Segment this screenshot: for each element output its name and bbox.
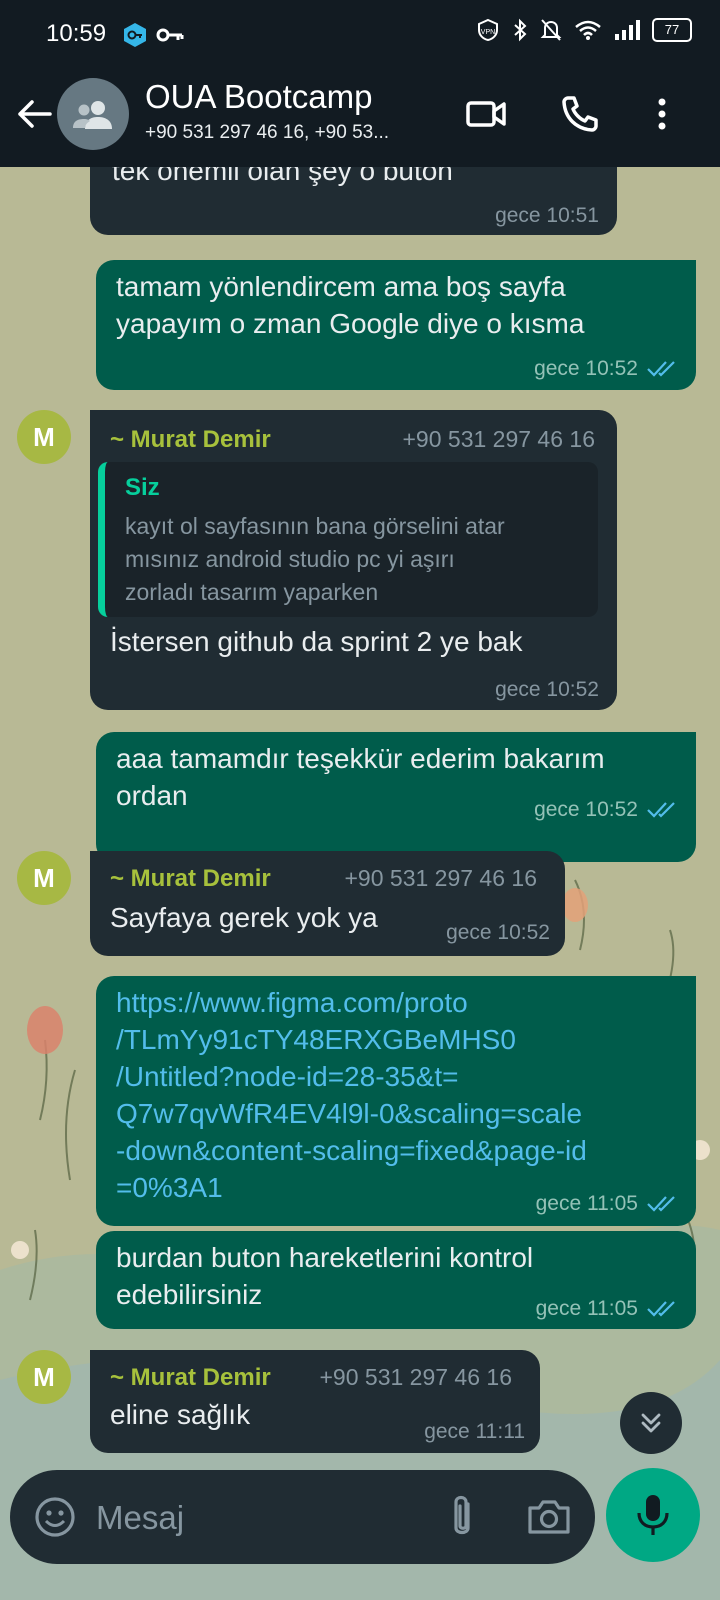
message-outgoing[interactable]: aaa tamamdır teşekkür ederim bakarım ord…	[96, 732, 696, 862]
message-text: ordan	[116, 780, 188, 811]
message-link[interactable]: /TLmYy91cTY48ERXGBeMHS0	[116, 1021, 516, 1059]
message-outgoing[interactable]: tamam yönlendircem ama boş sayfa yapayım…	[96, 260, 696, 390]
emoji-icon[interactable]	[32, 1494, 78, 1540]
message-incoming[interactable]: ~ Murat Demir +90 531 297 46 16 eline sa…	[90, 1350, 540, 1453]
message-link[interactable]: =0%3A1	[116, 1169, 223, 1207]
message-text: eline sağlık	[110, 1399, 251, 1430]
message-text: tamam yönlendircem ama boş sayfa	[116, 271, 566, 302]
read-receipt-icon	[647, 1196, 675, 1212]
group-avatar[interactable]	[57, 78, 129, 150]
vpn-key-app-icon	[124, 23, 146, 47]
quoted-sender: Siz	[125, 474, 160, 501]
message-time: gece 10:51	[495, 204, 599, 227]
message-link[interactable]: https://www.figma.com/proto	[116, 984, 468, 1022]
message-outgoing[interactable]: https://www.figma.com/proto /TLmYy91cTY4…	[96, 976, 696, 1226]
message-time: gece 11:05	[535, 1297, 638, 1320]
vpn-icon: VPN	[478, 18, 498, 42]
microphone-icon	[637, 1495, 669, 1535]
chat-header: OUA Bootcamp +90 531 297 46 16, +90 53..…	[0, 70, 720, 167]
key-icon	[156, 28, 184, 42]
battery-icon: 77	[652, 18, 692, 42]
attach-icon[interactable]	[440, 1492, 484, 1542]
quoted-text: zorladı tasarım yaparken	[125, 579, 379, 605]
message-time: gece 10:52	[534, 798, 638, 821]
camera-icon[interactable]	[524, 1492, 574, 1542]
voice-call-icon[interactable]	[558, 92, 602, 136]
svg-text:VPN: VPN	[481, 29, 495, 36]
message-text: tek önemli olan şey o buton	[112, 167, 453, 186]
back-arrow-icon[interactable]	[14, 94, 54, 134]
avatar[interactable]: M	[17, 1350, 71, 1404]
message-outgoing[interactable]: burdan buton hareketlerini kontrol edebi…	[96, 1231, 696, 1329]
message-text: edebilirsiniz	[116, 1279, 263, 1310]
scroll-to-bottom-button[interactable]	[620, 1392, 682, 1454]
muted-bell-icon	[540, 19, 562, 41]
message-text: aaa tamamdır teşekkür ederim bakarım	[116, 743, 605, 774]
sender-phone: +90 531 297 46 16	[319, 1364, 513, 1390]
message-link[interactable]: Q7w7qvWfR4EV4l9l-0&scaling=scale	[116, 1095, 582, 1133]
read-receipt-icon	[647, 1301, 675, 1317]
chat-title[interactable]: OUA Bootcamp	[145, 78, 372, 116]
message-incoming[interactable]: tek önemli olan şey o buton gece 10:51	[90, 167, 617, 235]
quoted-text: mısınız android studio pc yi aşırı	[125, 546, 455, 572]
message-text: yapayım o zman Google diye o kısma	[116, 308, 585, 339]
sender-phone: +90 531 297 46 16	[402, 426, 596, 452]
message-link[interactable]: /Untitled?node-id=28-35&t=	[116, 1058, 458, 1096]
signal-icon	[615, 20, 640, 40]
sender-name[interactable]: ~ Murat Demir	[110, 426, 271, 454]
quoted-text: kayıt ol sayfasının bana görselini atar	[125, 513, 505, 539]
status-time: 10:59	[46, 20, 107, 47]
message-time: gece 10:52	[495, 678, 599, 701]
message-text: burdan buton hareketlerini kontrol	[116, 1242, 534, 1273]
sender-name[interactable]: ~ Murat Demir	[110, 1364, 271, 1392]
message-link[interactable]: -down&content-scaling=fixed&page-id	[116, 1132, 587, 1170]
voice-message-button[interactable]	[606, 1468, 700, 1562]
sender-phone: +90 531 297 46 16	[344, 865, 538, 891]
message-time: gece 11:05	[535, 1192, 638, 1215]
bluetooth-icon	[514, 18, 527, 42]
quoted-message[interactable]: Siz kayıt ol sayfasının bana görselini a…	[98, 462, 598, 617]
wifi-icon	[575, 20, 601, 40]
message-time: gece 11:11	[424, 1420, 525, 1443]
message-time: gece 10:52	[534, 357, 638, 380]
avatar[interactable]: M	[17, 851, 71, 905]
group-icon	[73, 101, 112, 129]
message-text: İstersen github da sprint 2 ye bak	[110, 626, 523, 657]
sender-name[interactable]: ~ Murat Demir	[110, 865, 271, 893]
chat-participants[interactable]: +90 531 297 46 16, +90 53...	[145, 122, 440, 144]
message-list[interactable]: tek önemli olan şey o buton gece 10:51 t…	[0, 167, 720, 1467]
read-receipt-icon	[647, 802, 675, 818]
message-time: gece 10:52	[446, 921, 550, 944]
read-receipt-icon	[647, 361, 675, 377]
more-options-icon[interactable]	[640, 92, 684, 136]
message-text: Sayfaya gerek yok ya	[110, 902, 378, 933]
message-input[interactable]	[94, 1492, 428, 1544]
message-incoming[interactable]: ~ Murat Demir +90 531 297 46 16 Siz kayı…	[90, 410, 617, 710]
avatar[interactable]: M	[17, 410, 71, 464]
message-incoming[interactable]: ~ Murat Demir +90 531 297 46 16 Sayfaya …	[90, 851, 565, 956]
message-composer	[10, 1470, 595, 1564]
double-chevron-down-icon	[641, 1413, 661, 1433]
video-call-icon[interactable]	[464, 92, 508, 136]
status-bar: 10:59 VPN 77	[0, 0, 720, 70]
